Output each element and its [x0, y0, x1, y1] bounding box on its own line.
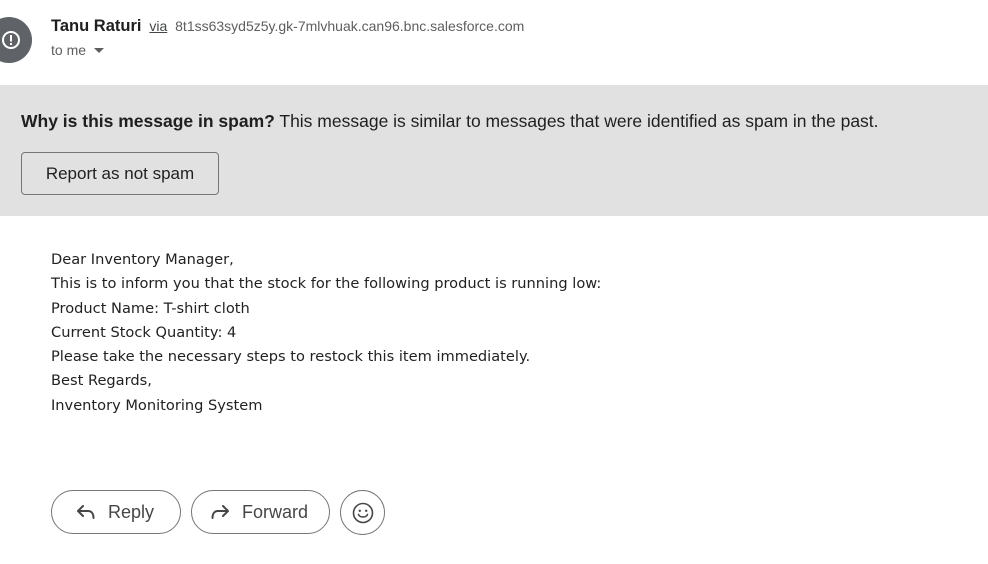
sender-line: Tanu Raturi via 8t1ss63syd5z5y.gk-7mlvhu…	[51, 16, 524, 36]
body-line-request: Please take the necessary steps to resto…	[51, 348, 531, 366]
reply-button[interactable]: Reply	[51, 490, 181, 534]
smiley-icon	[352, 502, 373, 523]
spam-explanation: This message is similar to messages that…	[279, 111, 879, 131]
sender-name[interactable]: Tanu Raturi	[51, 17, 141, 35]
sender-avatar[interactable]	[0, 17, 32, 63]
spam-reason-text: Why is this message in spam? This messag…	[21, 110, 879, 132]
body-line-closing: Best Regards,	[51, 372, 152, 390]
forward-label: Forward	[242, 501, 309, 522]
via-link[interactable]: via	[149, 18, 167, 34]
email-view: Tanu Raturi via 8t1ss63syd5z5y.gk-7mlvhu…	[0, 0, 988, 564]
recipient-label: to me	[51, 42, 87, 58]
body-line-product: Product Name: T-shirt cloth	[51, 299, 250, 317]
recipient-line: to me	[51, 42, 105, 58]
spam-warning-banner: Why is this message in spam? This messag…	[0, 85, 988, 216]
body-line-signature: Inventory Monitoring System	[51, 396, 263, 414]
body-line-stock: Current Stock Quantity: 4	[51, 323, 237, 341]
email-body: Dear Inventory Manager, This is to infor…	[51, 248, 601, 418]
sender-domain: 8t1ss63syd5z5y.gk-7mlvhuak.can96.bnc.sal…	[175, 18, 525, 34]
body-line-greeting: Dear Inventory Manager,	[51, 251, 234, 268]
reply-arrow-icon	[77, 505, 95, 519]
report-not-spam-button[interactable]: Report as not spam	[21, 152, 219, 195]
emoji-reaction-button[interactable]	[340, 490, 385, 535]
spam-question: Why is this message in spam?	[21, 111, 275, 131]
warning-icon	[2, 31, 20, 49]
forward-button[interactable]: Forward	[191, 490, 330, 534]
body-line-intro: This is to inform you that the stock for…	[51, 275, 602, 293]
chevron-down-icon[interactable]	[94, 48, 105, 54]
forward-arrow-icon	[211, 505, 229, 519]
reply-label: Reply	[108, 501, 155, 522]
